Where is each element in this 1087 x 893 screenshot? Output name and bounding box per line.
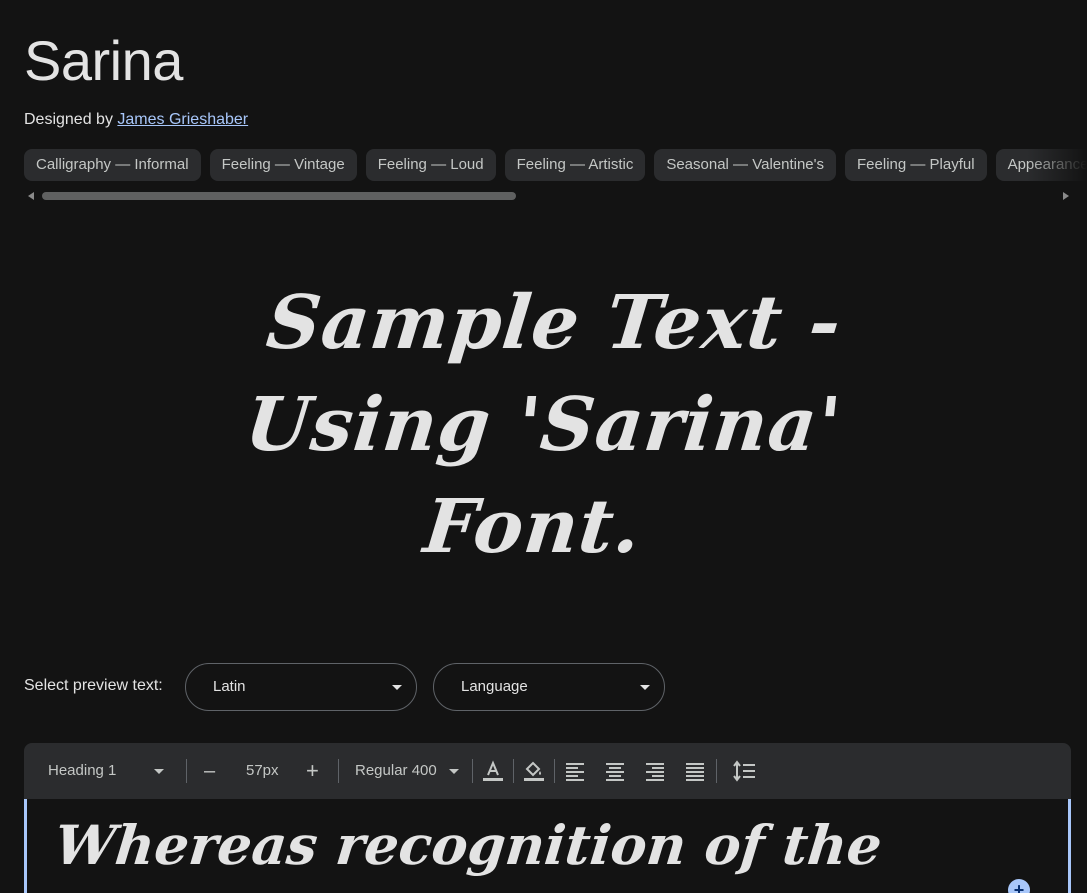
toolbar-divider <box>716 759 717 783</box>
tag-chip[interactable]: Feeling — Loud <box>365 149 496 181</box>
increase-size-button[interactable]: + <box>306 743 326 799</box>
text-color-icon <box>483 760 503 781</box>
weight-dropdown[interactable]: Regular 400 <box>355 743 459 799</box>
align-left-icon <box>566 763 584 781</box>
designed-by-label: Designed by <box>24 111 113 128</box>
toolbar-divider <box>472 759 473 783</box>
text-color-button[interactable] <box>482 743 504 799</box>
dropdown-arrow-icon <box>392 685 402 690</box>
align-right-icon <box>646 763 664 781</box>
font-preview: Sample Text - Using 'Sarina' Font. <box>44 272 1043 578</box>
font-page: Sarina Designed by James Grieshaber Call… <box>0 0 1087 893</box>
tag-chip[interactable]: Calligraphy — Informal <box>24 149 201 181</box>
tag-chip[interactable]: Feeling — Artistic <box>504 149 646 181</box>
preview-line: Using 'Sarina' <box>241 382 846 468</box>
preview-select-label: Select preview text: <box>24 677 163 694</box>
decrease-size-button[interactable]: – <box>204 743 224 799</box>
designer-link[interactable]: James Grieshaber <box>117 111 248 128</box>
tag-chip[interactable]: Feeling — Playful <box>845 149 987 181</box>
editor-toolbar: Heading 1 – 57px + Regular 400 <box>24 743 1071 799</box>
editor-text[interactable]: Whereas recognition of the <box>52 813 885 877</box>
script-select-value: Latin <box>213 678 246 695</box>
language-select-value: Language <box>461 678 528 695</box>
tag-chip[interactable]: Seasonal — Valentine's <box>654 149 837 181</box>
tag-list: Calligraphy — Informal Feeling — Vintage… <box>24 149 1087 183</box>
align-center-button[interactable] <box>604 743 626 799</box>
align-center-icon <box>606 763 624 781</box>
language-select[interactable]: Language <box>433 663 665 711</box>
dropdown-arrow-icon <box>640 685 650 690</box>
scroll-right-arrow-icon[interactable] <box>1063 192 1069 200</box>
line-height-icon <box>733 760 755 782</box>
highlight-color-button[interactable] <box>523 743 545 799</box>
tag-scrollbar[interactable] <box>24 190 1073 202</box>
toolbar-divider <box>513 759 514 783</box>
designer-line: Designed by James Grieshaber <box>24 111 248 129</box>
style-dropdown-value: Heading 1 <box>48 762 117 779</box>
tag-chip[interactable]: Feeling — Vintage <box>209 149 357 181</box>
text-editor[interactable]: Whereas recognition of the <box>24 799 1071 893</box>
line-height-button[interactable] <box>732 743 756 799</box>
dropdown-arrow-icon <box>153 768 164 774</box>
style-dropdown[interactable]: Heading 1 <box>48 743 168 799</box>
toolbar-divider <box>554 759 555 783</box>
script-select[interactable]: Latin <box>185 663 417 711</box>
highlight-color-icon <box>524 761 544 781</box>
tag-list-fade <box>1027 149 1087 183</box>
scroll-left-arrow-icon[interactable] <box>28 192 34 200</box>
scrollbar-thumb[interactable] <box>42 192 516 200</box>
align-justify-icon <box>686 763 704 781</box>
align-justify-button[interactable] <box>684 743 706 799</box>
preview-line: Sample Text - <box>262 280 846 366</box>
font-size-value[interactable]: 57px <box>246 743 279 799</box>
dropdown-arrow-icon <box>448 768 459 774</box>
toolbar-divider <box>338 759 339 783</box>
align-left-button[interactable] <box>564 743 586 799</box>
preview-line: Font. <box>419 484 646 570</box>
align-right-button[interactable] <box>644 743 666 799</box>
font-title: Sarina <box>24 29 183 92</box>
toolbar-divider <box>186 759 187 783</box>
weight-dropdown-value: Regular 400 <box>355 762 437 779</box>
